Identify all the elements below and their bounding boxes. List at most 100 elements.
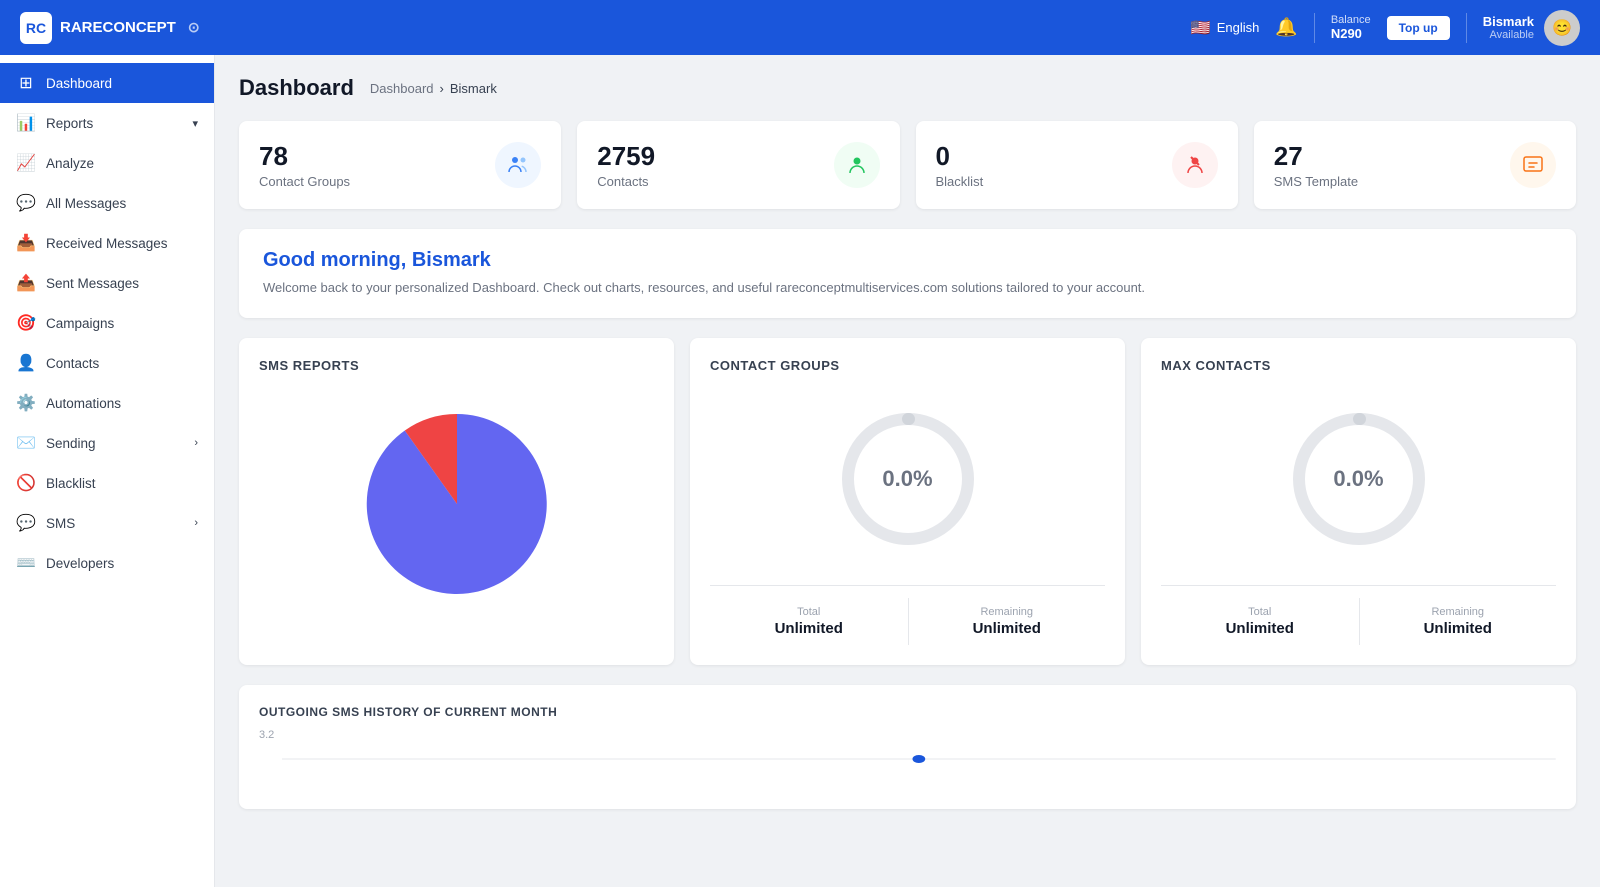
sending-icon: ✉️: [16, 433, 36, 453]
remaining-value: Unlimited: [917, 620, 1098, 637]
sidebar-item-developers[interactable]: ⌨️ Developers: [0, 543, 214, 583]
user-avatar[interactable]: 😊: [1544, 10, 1580, 46]
sidebar-item-sending[interactable]: ✉️ Sending ›: [0, 423, 214, 463]
sidebar-item-all-messages[interactable]: 💬 All Messages: [0, 183, 214, 223]
breadcrumb-separator: ›: [440, 81, 444, 96]
welcome-title: Good morning, Bismark: [263, 249, 1552, 272]
main-layout: ⊞ Dashboard 📊 Reports ▾ 📈 Analyze 💬 All …: [0, 55, 1600, 887]
chart-y-label: 3.2: [259, 729, 274, 741]
sidebar-item-sent-messages[interactable]: 📤 Sent Messages: [0, 263, 214, 303]
stat-number-blacklist: 0: [936, 141, 984, 172]
sidebar-item-sms[interactable]: 💬 SMS ›: [0, 503, 214, 543]
developers-icon: ⌨️: [16, 553, 36, 573]
max-contacts-percentage: 0.0%: [1333, 466, 1383, 492]
sms-template-stat-icon: [1510, 142, 1556, 188]
sms-icon: 💬: [16, 513, 36, 533]
chevron-right-icon: ›: [194, 437, 198, 449]
flag-icon: 🇺🇸: [1191, 18, 1211, 38]
pie-chart-container: [259, 389, 654, 619]
sidebar-item-label: Campaigns: [46, 316, 198, 331]
stat-label-blacklist: Blacklist: [936, 174, 984, 189]
language-label: English: [1217, 20, 1260, 35]
language-selector[interactable]: 🇺🇸 English: [1191, 18, 1260, 38]
sidebar-item-label: Sending: [46, 436, 184, 451]
logo-icon: RC: [20, 12, 52, 44]
stat-number-contacts: 2759: [597, 141, 655, 172]
contact-groups-donut-container: 0.0%: [710, 389, 1105, 569]
welcome-section: Good morning, Bismark Welcome back to yo…: [239, 229, 1576, 318]
logo-text: RARECONCEPT: [60, 19, 176, 36]
chevron-down-icon: ▾: [192, 117, 198, 130]
max-contacts-donut-wrapper: 0.0%: [1279, 399, 1439, 559]
stat-number: 78: [259, 141, 350, 172]
stat-card-contacts: 2759 Contacts: [577, 121, 899, 209]
stat-info-blacklist: 0 Blacklist: [936, 141, 984, 189]
sidebar-item-label: Analyze: [46, 156, 198, 171]
contact-groups-percentage: 0.0%: [882, 466, 932, 492]
contacts-stat-icon: [834, 142, 880, 188]
max-contacts-stats: Total Unlimited Remaining Unlimited: [1161, 585, 1556, 645]
stat-info-sms-template: 27 SMS Template: [1274, 141, 1358, 189]
max-contacts-remaining: Remaining Unlimited: [1359, 598, 1557, 645]
blacklist-icon: 🚫: [16, 473, 36, 493]
total-label-mc: Total: [1169, 606, 1351, 618]
sidebar-item-automations[interactable]: ⚙️ Automations: [0, 383, 214, 423]
sms-reports-card: SMS REPORTS: [239, 338, 674, 665]
stat-label-contacts: Contacts: [597, 174, 655, 189]
breadcrumb-current: Bismark: [450, 81, 497, 96]
sidebar-item-received-messages[interactable]: 📥 Received Messages: [0, 223, 214, 263]
balance-amount: N290: [1331, 26, 1362, 41]
campaigns-icon: 🎯: [16, 313, 36, 333]
remaining-value-mc: Unlimited: [1368, 620, 1549, 637]
user-name: Bismark: [1483, 14, 1534, 29]
breadcrumb-parent[interactable]: Dashboard: [370, 81, 434, 96]
stat-label: Contact Groups: [259, 174, 350, 189]
remaining-label-mc: Remaining: [1368, 606, 1549, 618]
balance-section: Balance N290: [1331, 14, 1371, 41]
max-contacts-total: Total Unlimited: [1161, 598, 1359, 645]
sidebar-item-contacts[interactable]: 👤 Contacts: [0, 343, 214, 383]
total-value: Unlimited: [718, 620, 900, 637]
sidebar-item-label: Contacts: [46, 356, 198, 371]
sidebar-item-label: Sent Messages: [46, 276, 198, 291]
remaining-label: Remaining: [917, 606, 1098, 618]
analyze-icon: 📈: [16, 153, 36, 173]
outgoing-title: OUTGOING SMS HISTORY OF CURRENT MONTH: [259, 705, 1556, 719]
sidebar-item-label: Received Messages: [46, 236, 198, 251]
contacts-icon: 👤: [16, 353, 36, 373]
pie-chart: [357, 404, 557, 604]
received-messages-icon: 📥: [16, 233, 36, 253]
stat-card-blacklist: 0 Blacklist: [916, 121, 1238, 209]
contact-groups-remaining: Remaining Unlimited: [908, 598, 1106, 645]
topup-button[interactable]: Top up: [1387, 16, 1450, 40]
header-divider-2: [1466, 13, 1467, 43]
automations-icon: ⚙️: [16, 393, 36, 413]
sidebar-item-reports[interactable]: 📊 Reports ▾: [0, 103, 214, 143]
home-icon: ⊞: [16, 73, 36, 93]
stat-number-sms-template: 27: [1274, 141, 1358, 172]
sidebar-item-analyze[interactable]: 📈 Analyze: [0, 143, 214, 183]
header: RC RARECONCEPT ⊙ 🇺🇸 English 🔔 Balance N2…: [0, 0, 1600, 55]
donut-wrapper: 0.0%: [828, 399, 988, 559]
sidebar-item-label: Reports: [46, 116, 182, 131]
total-label: Total: [718, 606, 900, 618]
page-header: Dashboard Dashboard › Bismark: [239, 75, 1576, 101]
contact-groups-icon: [495, 142, 541, 188]
page-title: Dashboard: [239, 75, 354, 101]
stat-info-contacts: 2759 Contacts: [597, 141, 655, 189]
user-section: Bismark Available 😊: [1483, 10, 1580, 46]
breadcrumb: Dashboard › Bismark: [370, 81, 497, 96]
sidebar-item-label: All Messages: [46, 196, 198, 211]
contact-groups-stats: Total Unlimited Remaining Unlimited: [710, 585, 1105, 645]
sidebar-item-dashboard[interactable]: ⊞ Dashboard: [0, 63, 214, 103]
outgoing-chart-svg: [282, 729, 1556, 789]
sidebar-item-blacklist[interactable]: 🚫 Blacklist: [0, 463, 214, 503]
balance-label: Balance: [1331, 14, 1371, 26]
main-content: Dashboard Dashboard › Bismark 78 Contact…: [215, 55, 1600, 887]
stat-label-sms-template: SMS Template: [1274, 174, 1358, 189]
stat-card-contact-groups: 78 Contact Groups: [239, 121, 561, 209]
notification-bell-icon[interactable]: 🔔: [1275, 17, 1297, 38]
contact-groups-total: Total Unlimited: [710, 598, 908, 645]
sidebar-item-campaigns[interactable]: 🎯 Campaigns: [0, 303, 214, 343]
settings-icon[interactable]: ⊙: [188, 19, 200, 36]
